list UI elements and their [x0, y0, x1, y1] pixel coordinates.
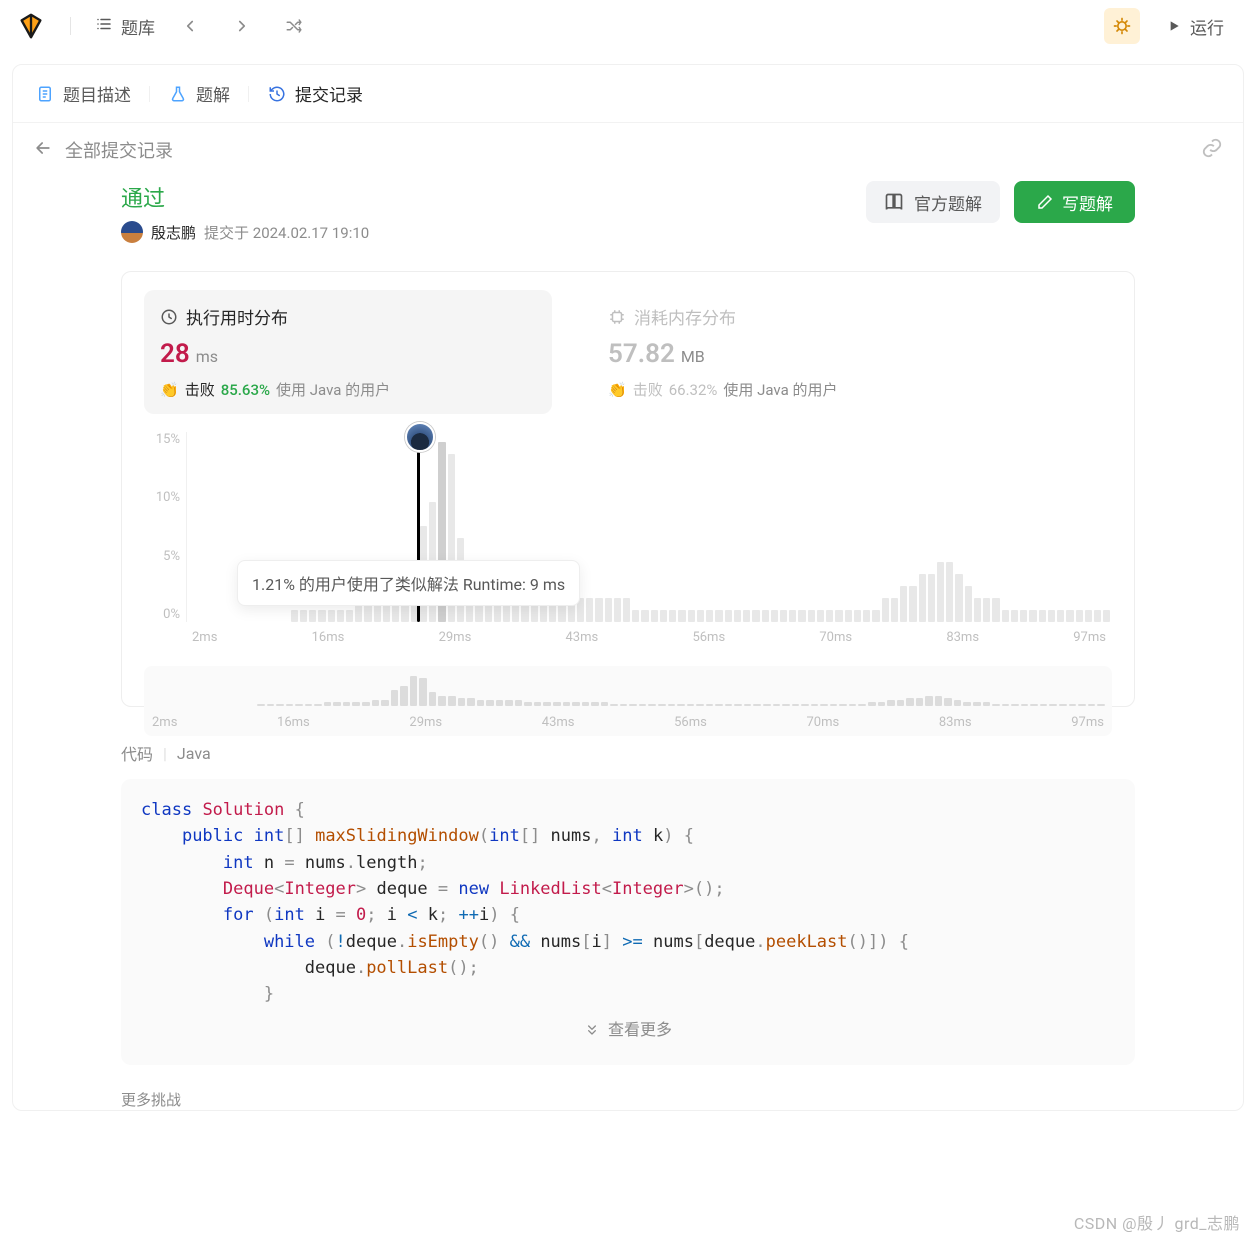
problems-label: 题库	[121, 14, 155, 39]
mini-chart[interactable]: 2ms16ms29ms43ms56ms70ms83ms97ms	[144, 666, 1112, 736]
chart-tooltip: 1.21% 的用户使用了类似解法 Runtime: 9 ms	[237, 560, 580, 606]
edit-icon	[1036, 193, 1054, 211]
logo[interactable]	[16, 11, 46, 41]
tab-description[interactable]: 题目描述	[31, 75, 135, 112]
topbar: 题库 运行	[0, 0, 1256, 52]
runtime-chart: 15%10%5%0% 1.21% 的用户使用了类似解法 Runtime: 9 m…	[144, 432, 1112, 692]
memory-value: 57.82	[608, 339, 675, 369]
shuffle-button[interactable]	[277, 9, 311, 43]
code-box: class Solution { public int[] maxSliding…	[121, 779, 1135, 1065]
code-label: 代码	[121, 741, 153, 765]
play-icon	[1166, 18, 1182, 34]
next-challenge: 更多挑战	[121, 1089, 1135, 1110]
tabs: 题目描述 题解 提交记录	[13, 65, 1243, 123]
code-content: class Solution { public int[] maxSliding…	[141, 797, 1115, 1008]
run-label: 运行	[1190, 14, 1224, 39]
sub-header: 全部提交记录	[13, 123, 1243, 177]
memory-beat-pct: 66.32%	[669, 381, 718, 399]
code-section: 代码|Java class Solution { public int[] ma…	[121, 741, 1135, 1065]
main-panel: 题目描述 题解 提交记录 全部提交记录 通过 殷志鹏 提交于 2024.02.1…	[12, 64, 1244, 1111]
runtime-tab[interactable]: 执行用时分布 28ms 👏击败 85.63% 使用 Java 的用户	[144, 290, 552, 414]
next-button[interactable]	[225, 9, 259, 43]
history-icon	[267, 84, 287, 104]
write-solution-button[interactable]: 写题解	[1014, 181, 1135, 223]
list-icon	[95, 15, 113, 38]
book-icon	[884, 192, 904, 212]
link-icon[interactable]	[1201, 137, 1223, 163]
watermark: CSDN @殷丿 grd_志鹏	[1074, 1210, 1240, 1234]
prev-button[interactable]	[173, 9, 207, 43]
debug-button[interactable]	[1104, 8, 1140, 44]
runtime-beat-pct: 85.63%	[221, 381, 270, 399]
performance-card: 执行用时分布 28ms 👏击败 85.63% 使用 Java 的用户 消耗内存分…	[121, 271, 1135, 707]
chevron-down-icon	[584, 1022, 600, 1038]
chart-marker-avatar	[405, 422, 435, 452]
tab-submissions[interactable]: 提交记录	[263, 75, 367, 112]
code-lang: Java	[177, 744, 211, 763]
clap-icon: 👏	[160, 381, 179, 399]
clap-icon: 👏	[608, 381, 627, 399]
back-button[interactable]	[33, 138, 53, 162]
username[interactable]: 殷志鹏	[151, 222, 196, 243]
run-button[interactable]: 运行	[1150, 8, 1240, 45]
all-submissions-title: 全部提交记录	[65, 137, 173, 163]
tab-solution[interactable]: 题解	[164, 75, 234, 112]
flask-icon	[168, 84, 188, 104]
runtime-value: 28	[160, 339, 190, 369]
problems-link[interactable]: 题库	[95, 14, 155, 39]
submitted-at: 2024.02.17 19:10	[253, 224, 369, 242]
avatar[interactable]	[121, 221, 143, 243]
status-row: 通过 殷志鹏 提交于 2024.02.17 19:10 官方题解 写题解	[121, 181, 1135, 243]
doc-icon	[35, 84, 55, 104]
status-badge: 通过	[121, 181, 369, 213]
memory-tab[interactable]: 消耗内存分布 57.82MB 👏击败 66.32% 使用 Java 的用户	[592, 290, 1000, 414]
show-more-button[interactable]: 查看更多	[141, 1008, 1115, 1047]
clock-icon	[160, 308, 178, 326]
official-solution-button[interactable]: 官方题解	[866, 181, 1000, 223]
chip-icon	[608, 308, 626, 326]
